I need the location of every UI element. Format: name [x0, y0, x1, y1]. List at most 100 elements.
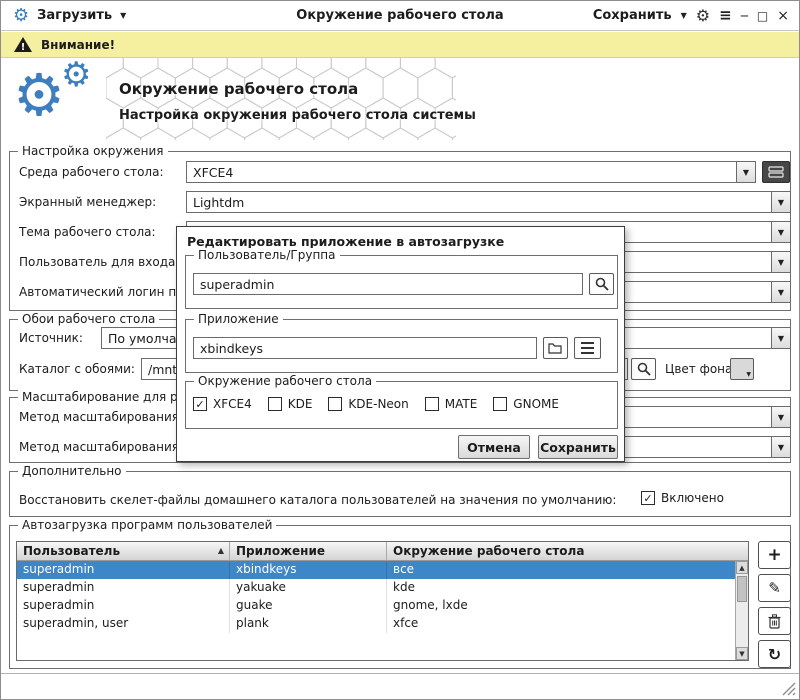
skel-enabled-checkbox[interactable]: ✓ Включено — [641, 491, 724, 505]
chevron-down-icon: ▼ — [778, 198, 784, 207]
refresh-autostart-button[interactable]: ↻ — [758, 640, 791, 668]
dialog-user-search-button[interactable] — [589, 273, 614, 295]
checkbox-label: GNOME — [513, 397, 559, 411]
cancel-button[interactable]: Отмена — [458, 435, 530, 459]
check-icon: ✓ — [643, 493, 652, 504]
app-window: ⚙ Загрузить ▼ Окружение рабочего стола С… — [0, 0, 800, 700]
combo-value: Lightdm — [187, 195, 771, 210]
table-row[interactable]: superadmin yakuake kde — [17, 579, 737, 597]
edit-autostart-button[interactable]: ✎ — [758, 574, 791, 602]
maximize-button[interactable]: □ — [757, 10, 768, 22]
combo-dropdown-button[interactable]: ▼ — [771, 192, 790, 212]
combo-dropdown-button[interactable]: ▼ — [771, 407, 790, 427]
menu-icon — [581, 342, 594, 354]
column-header-env[interactable]: Окружение рабочего стола — [387, 542, 748, 560]
cell-user: superadmin — [17, 561, 230, 579]
edit-autostart-dialog: Редактировать приложение в автозагрузке … — [176, 226, 625, 462]
chevron-down-icon[interactable]: ▼ — [681, 11, 687, 20]
table-row[interactable]: superadmin guake gnome, lxde — [17, 597, 737, 615]
chevron-down-icon: ▼ — [778, 413, 784, 422]
chevron-down-icon[interactable]: ▼ — [120, 11, 126, 20]
checkbox-gnome[interactable]: GNOME — [493, 397, 559, 411]
scaling-method-1-label: Метод масштабирования — [19, 410, 179, 424]
checkbox-box[interactable] — [493, 397, 507, 411]
column-label: Пользователь — [23, 544, 120, 558]
checkbox-box[interactable] — [328, 397, 342, 411]
fieldset-legend: Приложение — [194, 312, 283, 326]
table-row[interactable]: superadmin xbindkeys все — [17, 561, 737, 579]
resize-grip[interactable] — [782, 682, 796, 696]
load-menu-button[interactable]: Загрузить — [37, 8, 112, 23]
table-scrollbar[interactable]: ▲ ▼ — [735, 561, 748, 660]
cell-env: gnome, lxde — [387, 597, 737, 615]
save-button[interactable]: Сохранить — [538, 435, 618, 459]
login-user-label: Пользователь для входа — [19, 255, 175, 269]
cell-app: plank — [230, 615, 387, 633]
column-label: Окружение рабочего стола — [393, 544, 584, 558]
combo-dropdown-button[interactable]: ▼ — [736, 162, 755, 182]
warning-text: Внимание! — [41, 38, 115, 52]
table-row[interactable]: superadmin, user plank xfce — [17, 615, 737, 633]
cell-user: superadmin, user — [17, 615, 230, 633]
scaling-method-2-label: Метод масштабирования — [19, 440, 179, 454]
scroll-up-icon: ▲ — [739, 564, 744, 572]
fieldset-legend: Обои рабочего стола — [18, 312, 159, 326]
dialog-app-browse-button[interactable] — [543, 337, 568, 359]
table-header: Пользователь ▲ Приложение Окружение рабо… — [17, 542, 748, 561]
menu-icon[interactable]: ≡ — [719, 8, 732, 23]
display-manager-combo[interactable]: Lightdm ▼ — [186, 191, 791, 213]
combo-dropdown-button[interactable]: ▼ — [771, 328, 790, 348]
add-autostart-button[interactable]: + — [758, 541, 791, 569]
bg-color-picker-button[interactable]: ▼ — [730, 358, 754, 380]
dialog-app-input[interactable] — [193, 337, 537, 359]
checkbox-kde[interactable]: KDE — [268, 397, 313, 411]
checkbox-kde-neon[interactable]: KDE-Neon — [328, 397, 408, 411]
wallpaper-search-button[interactable] — [631, 358, 656, 380]
checkbox-box[interactable]: ✓ — [193, 397, 207, 411]
desktop-environment-combo[interactable]: XFCE4 ▼ — [186, 161, 756, 183]
dialog-app-menu-button[interactable] — [574, 337, 601, 359]
dialog-title: Редактировать приложение в автозагрузке — [187, 234, 504, 249]
combo-value: XFCE4 — [187, 165, 736, 180]
checkbox-box[interactable] — [268, 397, 282, 411]
autostart-table: Пользователь ▲ Приложение Окружение рабо… — [16, 541, 749, 661]
checkbox-box[interactable] — [425, 397, 439, 411]
combo-dropdown-button[interactable]: ▼ — [771, 437, 790, 457]
dialog-user-input[interactable] — [193, 273, 583, 295]
folder-open-icon — [548, 342, 563, 354]
wallpaper-source-label: Источник: — [19, 331, 83, 345]
display-manager-label: Экранный менеджер: — [19, 195, 156, 209]
desktop-environment-label: Среда рабочего стола: — [19, 165, 164, 179]
logo-gear-icon: ⚙ — [13, 66, 65, 124]
scrollbar-thumb[interactable] — [737, 576, 747, 602]
title-bar: ⚙ Загрузить ▼ Окружение рабочего стола С… — [1, 1, 799, 31]
scroll-down-button[interactable]: ▼ — [736, 647, 748, 660]
fieldset-legend: Пользователь/Группа — [194, 248, 340, 262]
checkbox-xfce4[interactable]: ✓ XFCE4 — [193, 397, 252, 411]
fieldset-legend: Дополнительно — [18, 464, 126, 478]
combo-dropdown-button[interactable]: ▼ — [771, 252, 790, 272]
delete-autostart-button[interactable] — [758, 607, 791, 635]
column-header-user[interactable]: Пользователь ▲ — [17, 542, 230, 560]
env-checkbox-group: ✓ XFCE4 KDE KDE-Neon MATE GNOME — [193, 397, 559, 411]
combo-dropdown-button[interactable]: ▼ — [771, 222, 790, 242]
window-title: Окружение рабочего стола — [296, 8, 503, 23]
app-header: ⚙ ⚙ Окружение рабочего стола Настройка о… — [1, 58, 799, 142]
checkbox-label: XFCE4 — [213, 397, 252, 411]
checkbox-box[interactable]: ✓ — [641, 491, 655, 505]
save-menu-button[interactable]: Сохранить — [593, 8, 672, 23]
chevron-down-icon: ▼ — [743, 168, 749, 177]
column-header-app[interactable]: Приложение — [230, 542, 387, 560]
column-label: Приложение — [236, 544, 325, 558]
scroll-up-button[interactable]: ▲ — [736, 561, 748, 574]
fieldset-legend: Масштабирование для ра — [18, 390, 189, 404]
settings-gear-button[interactable]: ⚙ — [696, 8, 710, 24]
warning-banner: ! Внимание! — [1, 32, 799, 58]
combo-dropdown-button[interactable]: ▼ — [771, 282, 790, 302]
checkbox-mate[interactable]: MATE — [425, 397, 478, 411]
plus-icon: + — [767, 545, 781, 565]
close-button[interactable]: × — [777, 9, 789, 23]
minimize-button[interactable]: ─ — [741, 10, 748, 22]
browse-config-button[interactable] — [762, 161, 790, 183]
chevron-down-icon: ▼ — [778, 258, 784, 267]
